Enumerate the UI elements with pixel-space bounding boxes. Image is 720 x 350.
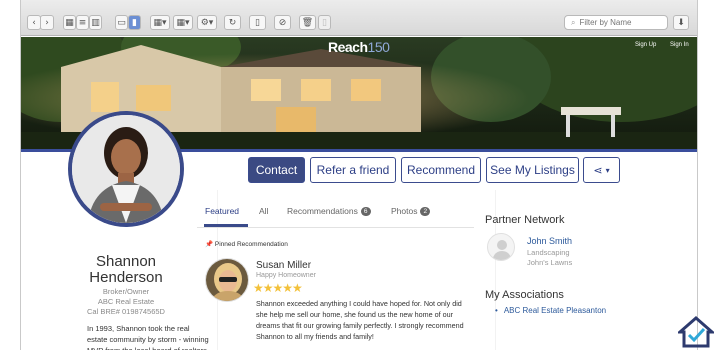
photos-count-badge: 2 [420,207,431,216]
agent-portrait [72,115,180,223]
recommendations-count-badge: 6 [360,207,371,216]
tab-photos[interactable]: Photos 2 [391,206,431,216]
partner-network-title: Partner Network [485,214,565,226]
agent-bio: In 1993, Shannon took the real estate co… [87,324,209,350]
home-logo-icon [676,315,716,349]
list-icon: ≡ [78,17,87,28]
prohibit-icon: ⊘ [278,17,287,28]
clipboard-icon: ▯ [322,17,327,28]
finder-toolbar: ‹ › ▦ ≡ ▥ ▭ ▮ ▦▾ ▦▾ ⚙▾ ↻ ▯ ⊘ 🗑 ▯ ⌕ Filte… [21,0,697,36]
preview-pane-button[interactable]: ▮ [128,15,141,30]
delete-button[interactable]: 🗑 [299,15,316,30]
columns-icon: ▥ [91,17,100,28]
reviewer-name[interactable]: Susan Miller [256,260,311,271]
panel-icon: ▮ [132,17,137,28]
pinned-recommendation-label: 📌 Pinned Recommendation [205,240,288,248]
see-listings-button[interactable]: See My Listings [486,157,579,183]
reviewer-avatar [205,258,249,302]
refer-friend-button[interactable]: Refer a friend [310,157,396,183]
agent-first-name: Shannon [95,253,157,270]
partner-category: Landscaping [527,248,570,257]
gear-icon: ⚙▾ [200,17,214,28]
reviewer-portrait [206,259,248,301]
new-file-button[interactable]: ▯ [249,15,266,30]
recommendation-text: Shannon exceeded anything I could have h… [256,299,464,341]
action-menu-button[interactable]: ⚙▾ [197,15,217,30]
agent-license: Cal BRE# 019874565D [87,307,165,316]
logo-text: Reach [328,39,368,55]
share-menu-button[interactable]: ⋖ ▾ [583,157,620,183]
back-button[interactable]: ‹ [27,15,41,30]
recommend-button[interactable]: Recommend [401,157,481,183]
agent-name: Shannon Henderson [86,254,166,286]
document-icon: ▯ [255,17,260,28]
group-button[interactable]: ▦▾ [173,15,193,30]
group-icon: ▦▾ [176,17,190,28]
associations-title: My Associations [485,289,564,301]
icon-view-button[interactable]: ▦ [63,15,76,30]
share-icon: ⋖ [593,164,603,177]
agent-last-name: Henderson [89,269,163,286]
column-view-button[interactable]: ▥ [89,15,102,30]
reviewer-role: Happy Homeowner [256,272,316,279]
cover-flow-icon: ▭ [117,17,126,28]
grid-icon: ▦ [65,17,74,28]
rating-stars: ★★★★★ [253,281,303,295]
tab-photos-label: Photos [391,206,418,216]
filter-search-field[interactable]: ⌕ [564,15,668,30]
pin-icon: 📌 [205,241,214,248]
sign-in-link[interactable]: Sign In [670,42,689,48]
tab-all[interactable]: All [259,206,268,216]
refresh-icon: ↻ [228,17,237,28]
search-icon: ⌕ [571,17,576,27]
tab-recommendations[interactable]: Recommendations 6 [287,206,371,216]
active-tab-indicator [204,224,248,227]
partner-name-link[interactable]: John Smith [527,236,572,246]
sign-up-link[interactable]: Sign Up [635,42,656,48]
cover-flow-button[interactable]: ▭ [115,15,128,30]
association-link[interactable]: ABC Real Estate Pleasanton [495,306,606,315]
agent-title: Broker/Owner [102,287,150,296]
download-button[interactable]: ⬇ [673,15,689,30]
trash-icon: 🗑 [301,17,314,28]
list-view-button[interactable]: ≡ [76,15,89,30]
info-button[interactable]: ▯ [318,15,331,30]
stop-button[interactable]: ⊘ [274,15,291,30]
tab-featured[interactable]: Featured [205,206,239,216]
chevron-down-icon: ▾ [605,165,610,175]
agent-company: ABC Real Estate [97,297,155,306]
download-icon: ⬇ [677,17,685,28]
filter-input[interactable] [579,18,660,27]
recommendation-tabs: Featured All Recommendations 6 Photos 2 [197,190,474,228]
arrange-button[interactable]: ▦▾ [150,15,170,30]
refresh-button[interactable]: ↻ [224,15,241,30]
pinned-label-text: Pinned Recommendation [214,241,288,248]
tab-recommendations-label: Recommendations [287,206,358,216]
arrange-icon: ▦▾ [153,17,167,28]
profile-avatar [68,111,184,227]
contact-button[interactable]: Contact [248,157,305,183]
site-logo[interactable]: Reach150 [328,39,390,55]
logo-number: 150 [367,39,390,55]
partner-company: John's Lawns [527,258,573,267]
partner-avatar[interactable] [487,233,515,261]
forward-button[interactable]: › [40,15,54,30]
